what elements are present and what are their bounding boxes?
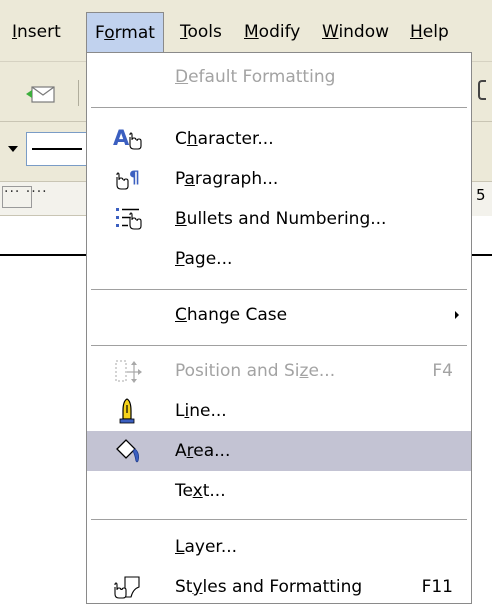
menu-item-label: Page...	[175, 249, 233, 269]
menu-item-label: Position and Size...	[175, 361, 336, 381]
menu-layer[interactable]: Layer...	[87, 527, 471, 567]
menu-item-label: Layer...	[175, 537, 238, 557]
submenu-arrow-icon	[455, 311, 459, 319]
menu-separator	[91, 519, 467, 520]
menu-item-label: Bullets and Numbering...	[175, 209, 387, 229]
menu-tools[interactable]: Tools	[172, 14, 230, 50]
envelope-icon[interactable]	[26, 84, 56, 104]
menu-help[interactable]: Help	[402, 14, 457, 50]
menu-item-label: Change Case	[175, 305, 288, 325]
svg-text:¶: ¶	[129, 168, 140, 188]
paragraph-icon: ¶	[116, 168, 140, 190]
menu-paragraph[interactable]: ¶ Paragraph...	[87, 159, 471, 199]
menu-insert[interactable]: Insert	[4, 14, 69, 50]
toolbar-icon-partial[interactable]	[478, 80, 486, 100]
line-fill-toolbar-right	[472, 122, 492, 182]
menu-page[interactable]: Page...	[87, 239, 471, 279]
page-edge-right	[472, 254, 492, 256]
styles-icon	[114, 576, 140, 599]
menu-character[interactable]: A Character...	[87, 119, 471, 159]
menu-window[interactable]: Window	[314, 14, 397, 50]
menu-shortcut: F4	[432, 361, 453, 381]
character-icon: A	[113, 126, 142, 150]
line-icon	[119, 398, 135, 424]
menu-separator	[91, 107, 467, 108]
format-menu: Default Formatting A Character... ¶ Para…	[86, 52, 472, 604]
area-icon	[116, 439, 139, 463]
page-edge	[0, 254, 92, 256]
menu-position-size[interactable]: Position and Size... F4	[87, 351, 471, 391]
menu-separator	[91, 345, 467, 346]
position-size-icon	[115, 360, 142, 383]
toolbar-separator	[78, 80, 79, 106]
menu-item-label: Text...	[175, 481, 226, 501]
menu-bullets-numbering[interactable]: Bullets and Numbering...	[87, 199, 471, 239]
screen: Insert Format Tools Modify Window Help ·…	[0, 0, 492, 604]
menu-area[interactable]: Area...	[87, 431, 471, 471]
menu-modify[interactable]: Modify	[236, 14, 308, 50]
menu-item-label: Default Formatting	[175, 67, 336, 87]
menu-separator	[91, 289, 467, 290]
menu-item-label: Area...	[175, 441, 231, 461]
menu-item-label: Styles and Formatting	[175, 577, 363, 597]
menu-styles-formatting[interactable]: Styles and Formatting F11	[87, 567, 471, 603]
menu-text[interactable]: Text...	[87, 471, 471, 511]
menu-change-case[interactable]: Change Case	[87, 295, 471, 335]
menu-item-label: Character...	[175, 129, 274, 149]
line-style-preview	[32, 148, 82, 150]
ruler-ticks: ··· ····	[4, 184, 48, 200]
menu-default-formatting[interactable]: Default Formatting	[87, 57, 471, 97]
menu-item-label: Paragraph...	[175, 169, 279, 189]
menu-line[interactable]: Line...	[87, 391, 471, 431]
menu-shortcut: F11	[421, 577, 453, 597]
chevron-down-icon[interactable]	[8, 146, 18, 152]
svg-text:A: A	[113, 126, 130, 150]
ruler-number: 5	[476, 186, 486, 204]
bullets-icon	[116, 208, 142, 230]
menu-format[interactable]: Format	[86, 12, 164, 52]
menu-item-label: Line...	[175, 401, 227, 421]
